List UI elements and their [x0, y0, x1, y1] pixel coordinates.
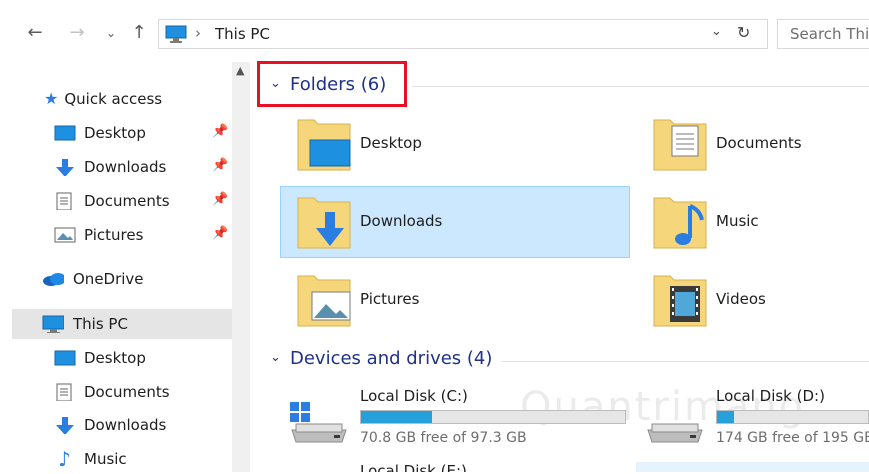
drive-usage-bar [716, 410, 869, 424]
tile-label: Pictures [360, 290, 420, 308]
desktop-folder-icon [297, 119, 351, 171]
downloads-icon [56, 159, 74, 176]
folders-group-header[interactable]: Folders (6) [290, 74, 386, 95]
sidebar-item-downloads[interactable]: Downloads [54, 152, 166, 182]
onedrive-cloud-icon [43, 273, 64, 286]
desktop-icon [54, 125, 76, 141]
recent-locations-chevron-icon[interactable]: ⌄ [100, 20, 122, 46]
sidebar-item-documents[interactable]: Documents [54, 186, 170, 216]
star-icon: ★ [44, 89, 59, 108]
group-collapse-chevron-icon[interactable]: ⌄ [270, 350, 281, 365]
sidebar-item-label: Documents [84, 192, 170, 210]
sidebar-item-onedrive[interactable]: OneDrive [42, 264, 144, 294]
drive-tile-d[interactable]: Local Disk (D:) 174 GB free of 195 GB [644, 380, 869, 450]
desktop-icon [54, 350, 76, 366]
folder-tile-music[interactable]: Music [652, 190, 869, 254]
address-bar[interactable]: › This PC ⌄ ↻ [158, 19, 768, 49]
documents-icon [56, 383, 72, 401]
sidebar-item-pc-desktop[interactable]: Desktop [54, 343, 146, 373]
pictures-folder-icon [297, 275, 351, 327]
scroll-up-arrow-icon[interactable]: ▲ [236, 64, 244, 77]
drive-label: Local Disk (C:) [360, 387, 468, 405]
drive-tile-c[interactable]: Local Disk (C:) 70.8 GB free of 97.3 GB [288, 380, 628, 450]
sidebar-item-quick-access[interactable]: ★ Quick access [44, 84, 162, 114]
address-dropdown-chevron-icon[interactable]: ⌄ [711, 24, 722, 39]
drives-group-header[interactable]: Devices and drives (4) [290, 348, 492, 369]
folder-tile-desktop[interactable]: Desktop [296, 112, 636, 176]
tile-label: Documents [716, 134, 802, 152]
sidebar-item-pictures[interactable]: Pictures [54, 220, 143, 250]
sidebar-item-pc-music[interactable]: ♪ Music [54, 444, 127, 474]
sidebar-item-pc-documents[interactable]: Documents [54, 377, 170, 407]
forward-arrow-icon[interactable]: → [66, 20, 88, 46]
tile-label: Desktop [360, 134, 422, 152]
sidebar-item-this-pc[interactable]: This PC [42, 309, 128, 339]
drive-tile-hover-highlight [636, 462, 869, 472]
pin-icon[interactable]: 📌 [212, 158, 228, 173]
downloads-icon [56, 417, 74, 434]
videos-folder-icon [653, 275, 707, 327]
nav-pane-scrollbar[interactable]: ▲ [232, 62, 250, 472]
sidebar-item-label: Quick access [64, 90, 163, 108]
breadcrumb-separator: › [195, 24, 201, 42]
sidebar-item-desktop[interactable]: Desktop [54, 118, 146, 148]
group-divider [412, 86, 869, 87]
search-input[interactable]: Search This PC [777, 19, 869, 49]
folder-tile-pictures[interactable]: Pictures [296, 268, 636, 332]
refresh-icon[interactable]: ↻ [737, 23, 750, 42]
sidebar-item-label: Music [84, 450, 127, 468]
tile-label: Music [716, 212, 759, 230]
pin-icon[interactable]: 📌 [212, 192, 228, 207]
this-pc-icon [165, 25, 187, 43]
drive-usage-fill [717, 411, 734, 423]
address-toolbar: ← → ⌄ ↑ › This PC ⌄ ↻ Search This PC [0, 0, 869, 68]
drive-icon [647, 423, 703, 443]
group-collapse-chevron-icon[interactable]: ⌄ [270, 76, 281, 91]
sidebar-item-label: Downloads [84, 158, 167, 176]
pictures-icon [54, 227, 76, 243]
sidebar-item-label: OneDrive [73, 270, 144, 288]
drive-free-space: 70.8 GB free of 97.3 GB [360, 430, 527, 446]
pin-icon[interactable]: 📌 [212, 226, 228, 241]
sidebar-item-pc-downloads[interactable]: Downloads [54, 410, 166, 440]
drive-usage-bar [360, 410, 626, 424]
downloads-folder-icon [297, 197, 351, 249]
up-arrow-icon[interactable]: ↑ [128, 20, 150, 46]
windows-drive-icon [290, 402, 347, 443]
sidebar-item-label: Pictures [84, 226, 144, 244]
sidebar-item-label: Desktop [84, 124, 146, 142]
sidebar-item-label: Documents [84, 383, 170, 401]
sidebar-item-label: Downloads [84, 416, 167, 434]
music-icon: ♪ [58, 447, 71, 471]
folder-tile-downloads[interactable]: Downloads [296, 190, 626, 254]
folder-tile-videos[interactable]: Videos [652, 268, 869, 332]
documents-folder-icon [653, 119, 707, 171]
documents-icon [56, 192, 72, 210]
drive-label: Local Disk (E:) [360, 464, 467, 472]
sidebar-item-label: Desktop [84, 349, 146, 367]
tile-label: Videos [716, 290, 766, 308]
tile-label: Downloads [360, 212, 443, 230]
sidebar-item-label: This PC [73, 315, 128, 333]
drive-tile-e[interactable]: Local Disk (E:) [360, 464, 560, 472]
drive-usage-fill [361, 411, 433, 423]
this-pc-icon [42, 315, 64, 333]
pin-icon[interactable]: 📌 [212, 124, 228, 139]
back-arrow-icon[interactable]: ← [24, 20, 46, 46]
drive-free-space: 174 GB free of 195 GB [716, 430, 869, 446]
folder-tile-documents[interactable]: Documents [652, 112, 869, 176]
group-divider [502, 361, 869, 362]
drive-label: Local Disk (D:) [716, 387, 825, 405]
music-folder-icon [653, 197, 707, 249]
breadcrumb-this-pc[interactable]: This PC [215, 25, 270, 43]
